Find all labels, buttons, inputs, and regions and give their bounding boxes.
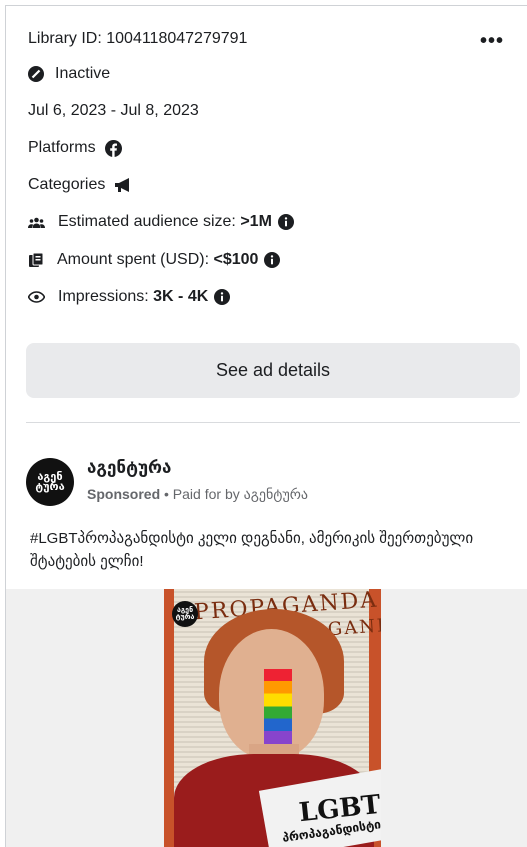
platforms-label: Platforms [28,139,96,156]
page-avatar[interactable]: აგენ ტურა [26,458,74,506]
impressions-value: 3K - 4K [153,288,209,305]
categories-label: Categories [28,176,106,193]
poster-badge: აგენ ტურა [172,601,198,627]
impressions-row: Impressions: 3K - 4K [28,288,231,306]
audience-row: Estimated audience size: >1M [28,213,294,231]
categories-row: Categories [28,176,134,194]
page-name[interactable]: აგენტურა [87,458,171,478]
status-row: Inactive [28,65,110,83]
divider [26,422,520,423]
library-id-text: Library ID: 1004118047279791 [28,30,248,47]
impressions-label: Impressions: [58,288,154,305]
audience-value: >1M [240,213,272,230]
amount-spent-label: Amount spent (USD): [57,251,214,268]
avatar-text: აგენ ტურა [35,471,65,493]
ad-library-card: Library ID: 1004118047279791 ••• Inactiv… [5,5,527,847]
sponsored-label: Sponsored [87,486,161,502]
eye-icon [28,291,45,303]
inactive-icon [28,66,44,82]
ad-poster-image: PROPAGANDA PROPAGANDA აგენ ტურა LGBT პრო… [164,589,381,847]
more-options-icon[interactable]: ••• [480,30,504,53]
facebook-icon [104,139,122,157]
info-icon[interactable] [264,252,281,268]
money-icon [28,252,44,268]
sponsored-line: Sponsored • Paid for by აგენტურა [87,486,308,503]
library-id: Library ID: 1004118047279791 [28,30,247,48]
post-text: #LGBTპროპაგანდისტი კელი დეგნანი, ამერიკი… [30,530,474,570]
amount-spent-value: <$100 [213,251,259,268]
rainbow-stripe [264,669,292,744]
info-icon[interactable] [277,214,294,230]
date-range-text: Jul 6, 2023 - Jul 8, 2023 [28,102,199,119]
paid-for-text: • Paid for by აგენტურა [160,486,309,502]
audience-label: Estimated audience size: [58,213,241,230]
status-text: Inactive [55,65,111,82]
date-range: Jul 6, 2023 - Jul 8, 2023 [28,102,199,120]
amount-spent-row: Amount spent (USD): <$100 [28,251,281,269]
megaphone-icon [114,177,134,193]
people-icon [28,216,45,229]
see-ad-details-button[interactable]: See ad details [26,343,520,398]
info-icon[interactable] [214,289,231,305]
platforms-row: Platforms [28,139,122,157]
ad-media[interactable]: PROPAGANDA PROPAGANDA აგენ ტურა LGBT პრო… [6,589,527,847]
